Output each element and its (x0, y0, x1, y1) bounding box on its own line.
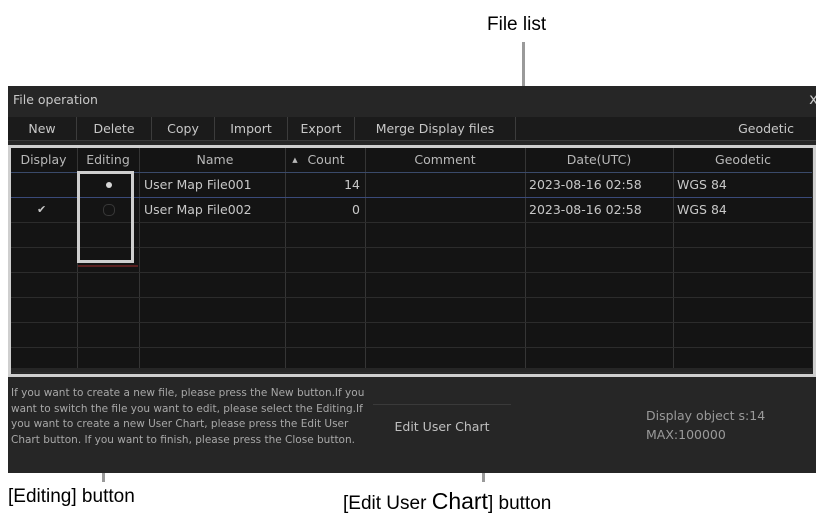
editing-button-callout: [Editing] button (8, 486, 135, 507)
copy-button[interactable]: Copy (152, 117, 215, 140)
export-button[interactable]: Export (288, 117, 355, 140)
callout-text-large: Chart (431, 488, 488, 514)
file-list-callout: File list (487, 14, 547, 35)
callout-text: ] button (487, 493, 552, 514)
toolbar: New Delete Copy Import Export Merge Disp… (8, 117, 816, 141)
close-icon[interactable]: x (809, 90, 816, 108)
import-button[interactable]: Import (215, 117, 288, 140)
title-bar: File operation x (8, 86, 816, 117)
edit-user-chart-button[interactable]: Edit User Chart (373, 404, 511, 449)
window-title: File operation (13, 92, 98, 107)
edit-user-chart-callout: [Edit User Chart] button (343, 488, 551, 515)
new-button[interactable]: New (8, 117, 77, 140)
editing-column-highlight (77, 171, 134, 263)
object-count-info: Display object s:14 MAX:100000 (646, 406, 765, 444)
display-objects-count: Display object s:14 (646, 408, 766, 423)
delete-button[interactable]: Delete (77, 117, 152, 140)
geodetic-toolbar-label: Geodetic (738, 121, 794, 136)
merge-display-files-button[interactable]: Merge Display files (355, 117, 516, 140)
max-objects-count: MAX:100000 (646, 427, 726, 442)
help-text: If you want to create a new file, please… (11, 387, 365, 446)
callout-text: [Edit User (343, 493, 432, 514)
